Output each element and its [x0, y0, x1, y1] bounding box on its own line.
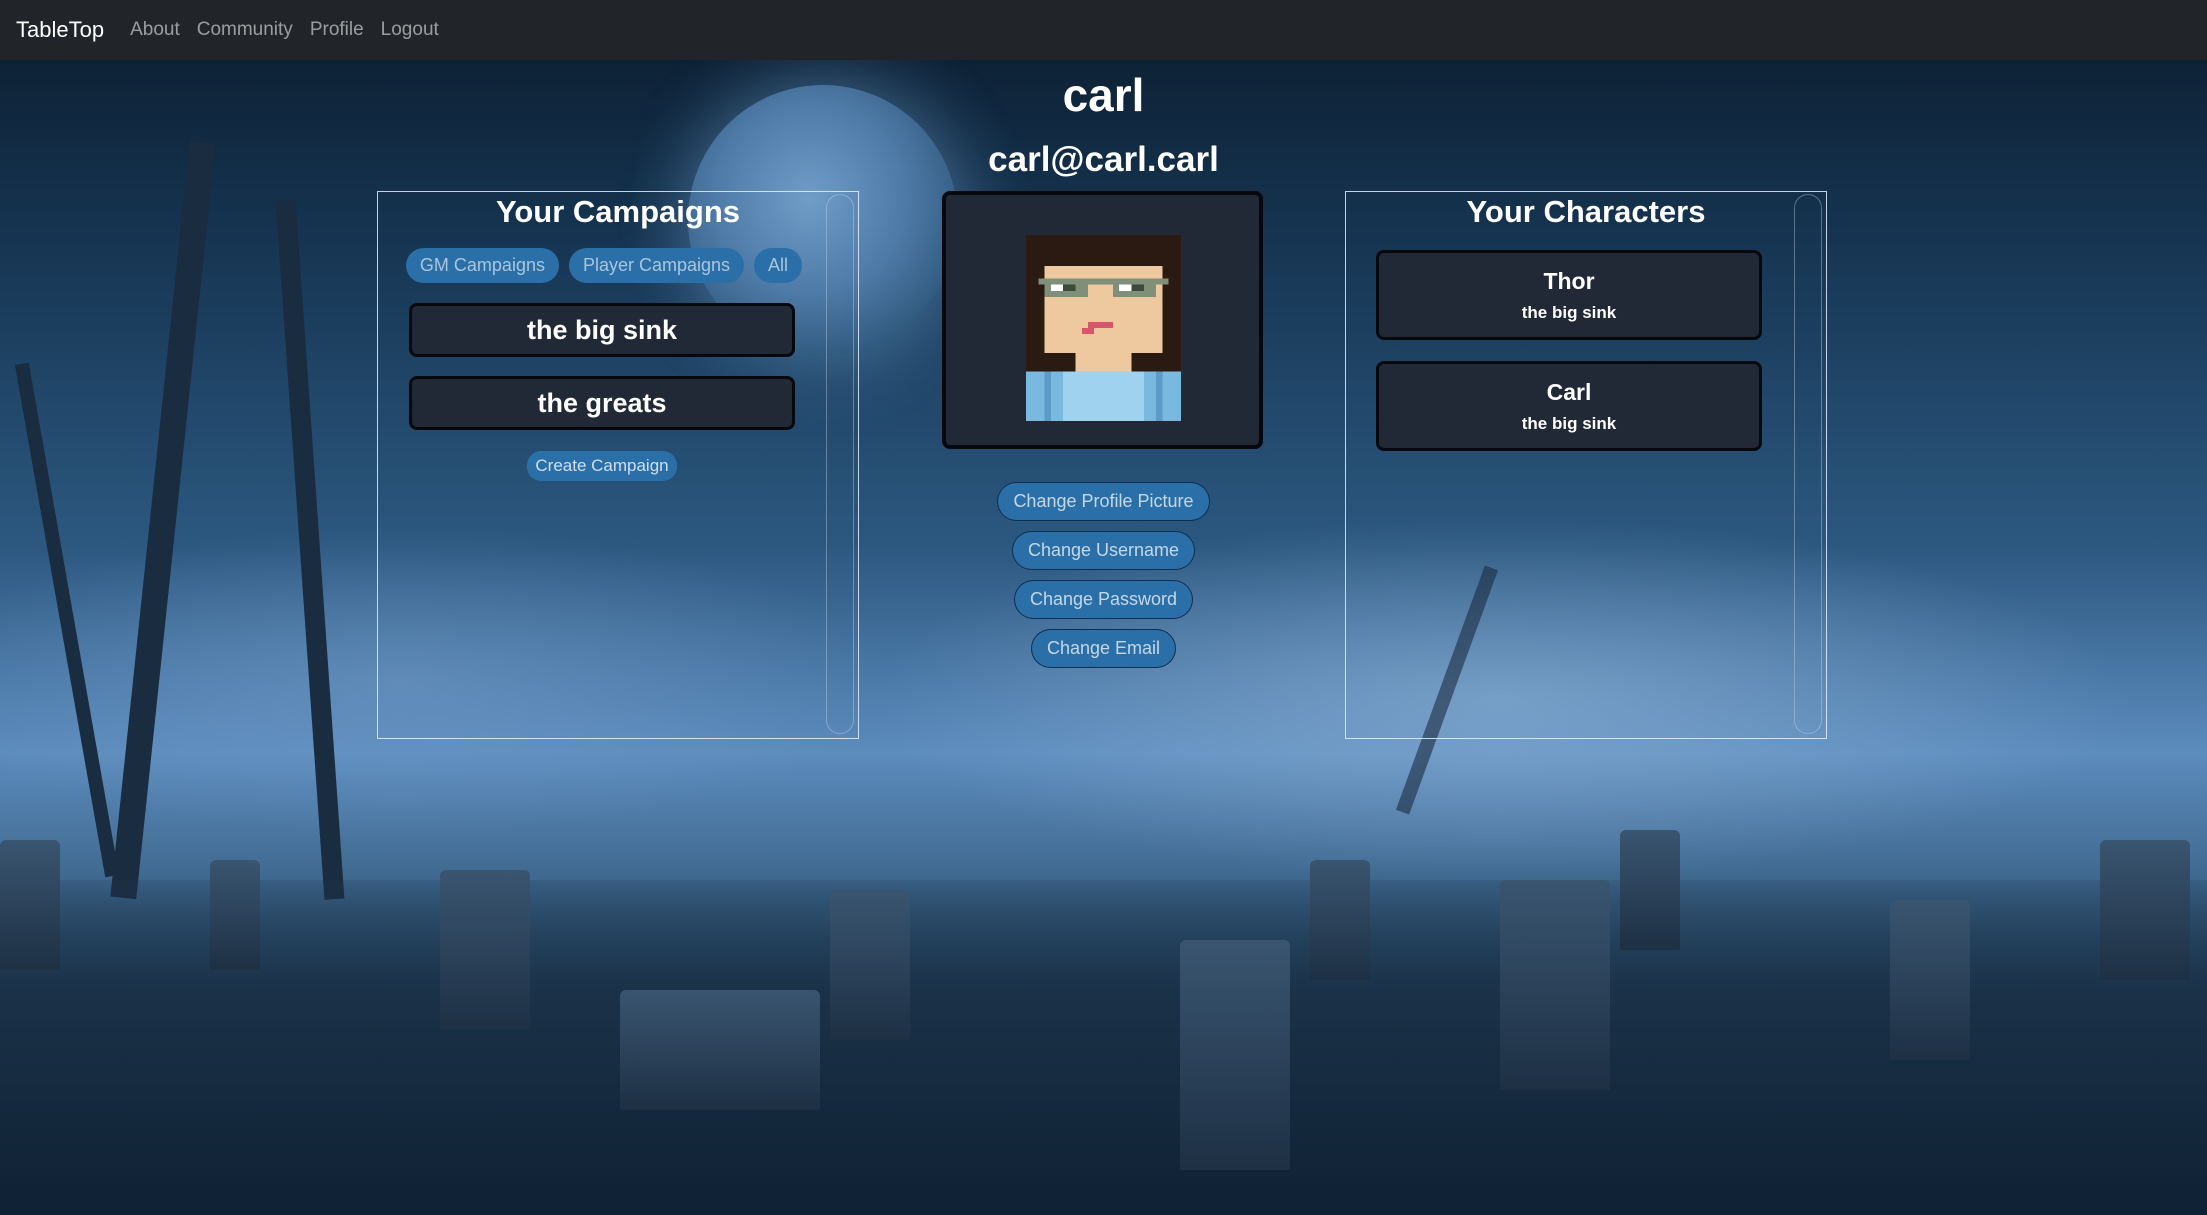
change-email-button[interactable]: Change Email [1030, 629, 1177, 668]
nav-link-about[interactable]: About [130, 19, 180, 41]
profile-avatar [1026, 235, 1181, 421]
filter-gm-campaigns-button[interactable]: GM Campaigns [405, 248, 559, 283]
nav-link-community[interactable]: Community [197, 19, 293, 41]
filter-all-button[interactable]: All [754, 248, 803, 283]
stump [1500, 880, 1610, 1090]
stump [830, 890, 910, 1040]
characters-title: Your Characters [1466, 194, 1706, 229]
character-card[interactable]: Thor the big sink [1376, 250, 1762, 340]
filter-player-campaigns-button[interactable]: Player Campaigns [568, 248, 745, 283]
stump [2100, 840, 2190, 980]
stump [1890, 900, 1970, 1060]
stump [1620, 830, 1680, 950]
profile-username: carl [1062, 69, 1145, 121]
stump [620, 990, 820, 1110]
character-list: Thor the big sink Carl the big sink [1346, 250, 1826, 451]
create-campaign-button[interactable]: Create Campaign [527, 451, 677, 481]
characters-panel: Your Characters Thor the big sink Carl t… [1345, 191, 1827, 739]
change-profile-picture-button[interactable]: Change Profile Picture [997, 482, 1210, 521]
character-campaign: the big sink [1521, 413, 1617, 433]
change-password-button[interactable]: Change Password [1013, 580, 1194, 619]
stump [210, 860, 260, 970]
brand-link[interactable]: TableTop [16, 17, 104, 43]
campaign-card[interactable]: the greats [409, 376, 795, 430]
stump [1310, 860, 1370, 980]
character-name: Thor [1543, 267, 1595, 294]
campaign-filter-group: GM Campaigns Player Campaigns All [378, 248, 858, 283]
campaign-list: the big sink the greats [378, 303, 858, 430]
nav-link-profile[interactable]: Profile [310, 19, 364, 41]
stump [0, 840, 60, 970]
profile-picture-frame [942, 191, 1263, 449]
ground [0, 880, 2207, 1215]
character-name: Carl [1546, 378, 1592, 405]
change-username-button[interactable]: Change Username [1011, 531, 1196, 570]
nav-link-logout[interactable]: Logout [381, 19, 439, 41]
stump [440, 870, 530, 1030]
navbar: TableTop About Community Profile Logout [0, 0, 2207, 60]
campaigns-title: Your Campaigns [495, 194, 741, 229]
characters-scrollbar[interactable] [1794, 194, 1822, 734]
stump [1180, 940, 1290, 1170]
character-card[interactable]: Carl the big sink [1376, 361, 1762, 451]
character-campaign: the big sink [1521, 302, 1617, 322]
campaign-card[interactable]: the big sink [409, 303, 795, 357]
profile-email: carl@carl.carl [988, 140, 1219, 179]
profile-actions: Change Profile Picture Change Username C… [0, 482, 2207, 678]
